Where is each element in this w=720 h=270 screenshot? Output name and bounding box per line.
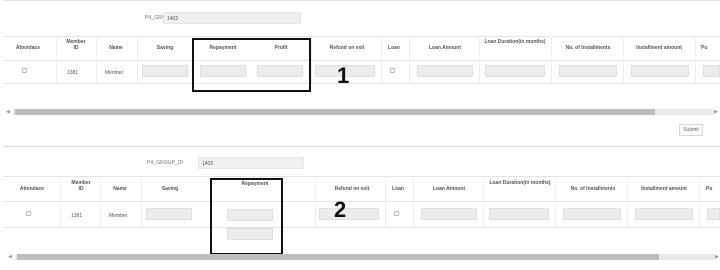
col-sep [137, 36, 138, 83]
col-sep [483, 176, 484, 227]
header-installments: No. of Installments [570, 186, 616, 192]
col-sep [623, 36, 624, 83]
col-sep [60, 176, 61, 227]
scroll-right-icon[interactable]: ▶ [715, 254, 719, 260]
header-loan: Loan [388, 45, 400, 51]
form-panel-2: P4_GROUP_ID 1402 Attendace Member ID Nam… [3, 146, 720, 270]
loan-checkbox[interactable] [390, 68, 395, 73]
submit-button[interactable]: Submit [679, 124, 703, 136]
highlight-box-1 [192, 38, 311, 92]
table-bottom-border [3, 83, 720, 84]
header-refund: Refund on exit [329, 45, 365, 51]
highlight-box-2 [210, 178, 283, 255]
header-installment-amount: Installment amount [636, 45, 682, 51]
header-attendace: Attendace [19, 186, 45, 192]
loan-duration-input[interactable] [485, 65, 545, 77]
scroll-left-icon[interactable]: ◀ [6, 109, 10, 115]
installment-amount-input[interactable] [635, 208, 693, 220]
last-input[interactable] [703, 65, 720, 77]
header-saving: Saving [161, 186, 179, 192]
table-header-border [3, 60, 720, 61]
member-name-cell: Member [109, 213, 128, 219]
saving-input[interactable] [142, 65, 188, 77]
col-sep [141, 176, 142, 227]
header-member-id: Member ID [66, 39, 86, 51]
header-member-id: Member ID [71, 180, 91, 192]
scrollbar-thumb[interactable] [15, 109, 655, 115]
installments-input[interactable] [563, 208, 621, 220]
attendance-checkbox[interactable] [26, 211, 31, 216]
installments-input[interactable] [559, 65, 617, 77]
col-sep [479, 36, 480, 83]
loan-duration-input[interactable] [489, 208, 549, 220]
header-refund: Refund on exit [334, 186, 370, 192]
loan-checkbox[interactable] [394, 211, 399, 216]
col-sep [56, 36, 57, 83]
header-last: Pu [706, 186, 713, 192]
header-installment-amount: Installment amount [641, 186, 687, 192]
col-sep [413, 176, 414, 227]
scroll-left-icon[interactable]: ◀ [8, 254, 12, 260]
header-loan-amount: Loan Amount [428, 45, 462, 51]
header-last: Pu [701, 45, 708, 51]
table-header-border [3, 201, 720, 202]
member-id-cell: 1381 [67, 70, 79, 76]
saving-input[interactable] [146, 208, 192, 220]
col-sep [695, 36, 696, 83]
group-id-field[interactable]: 1402 [163, 12, 301, 24]
col-sep [409, 36, 410, 83]
installment-amount-input[interactable] [631, 65, 689, 77]
header-loan: Loan [392, 186, 404, 192]
scroll-right-icon[interactable]: ▶ [714, 109, 718, 115]
col-sep [699, 176, 700, 227]
header-saving: Saving [156, 45, 174, 51]
header-loan-duration: Loan Duration(in months) [484, 39, 546, 45]
group-id-label: P4_GROUP_ID [147, 160, 184, 166]
scrollbar-thumb[interactable] [17, 254, 659, 260]
col-sep [385, 176, 386, 227]
loan-amount-input[interactable] [421, 208, 477, 220]
header-name: Name [113, 186, 127, 192]
col-sep [311, 36, 312, 83]
marker-1: 1 [337, 63, 350, 88]
header-attendace: Attendace [15, 45, 41, 51]
table-top-border [3, 36, 720, 37]
attendance-checkbox[interactable] [22, 68, 27, 73]
col-sep [381, 36, 382, 83]
table-top-border [3, 176, 720, 177]
header-loan-amount: Loan Amount [432, 186, 466, 192]
marker-2: 2 [334, 197, 347, 222]
col-sep [627, 176, 628, 227]
loan-amount-input[interactable] [417, 65, 473, 77]
refund-input[interactable] [319, 208, 379, 220]
col-sep [100, 176, 101, 227]
header-loan-duration: Loan Duration(in months) [489, 180, 551, 186]
group-id-field[interactable]: 1402 [198, 157, 304, 169]
col-sep [315, 176, 316, 227]
col-sep [555, 176, 556, 227]
member-id-cell: 1381 [71, 213, 83, 219]
header-installments: No. of Installments [565, 45, 611, 51]
table-bottom-border [3, 227, 720, 228]
col-sep [96, 36, 97, 83]
form-panel-1: P4_GROUP_ID 1402 Attendace Member ID Nam… [3, 0, 720, 147]
last-input[interactable] [707, 208, 720, 220]
header-name: Name [109, 45, 123, 51]
col-sep [551, 36, 552, 83]
member-name-cell: Member [105, 70, 124, 76]
